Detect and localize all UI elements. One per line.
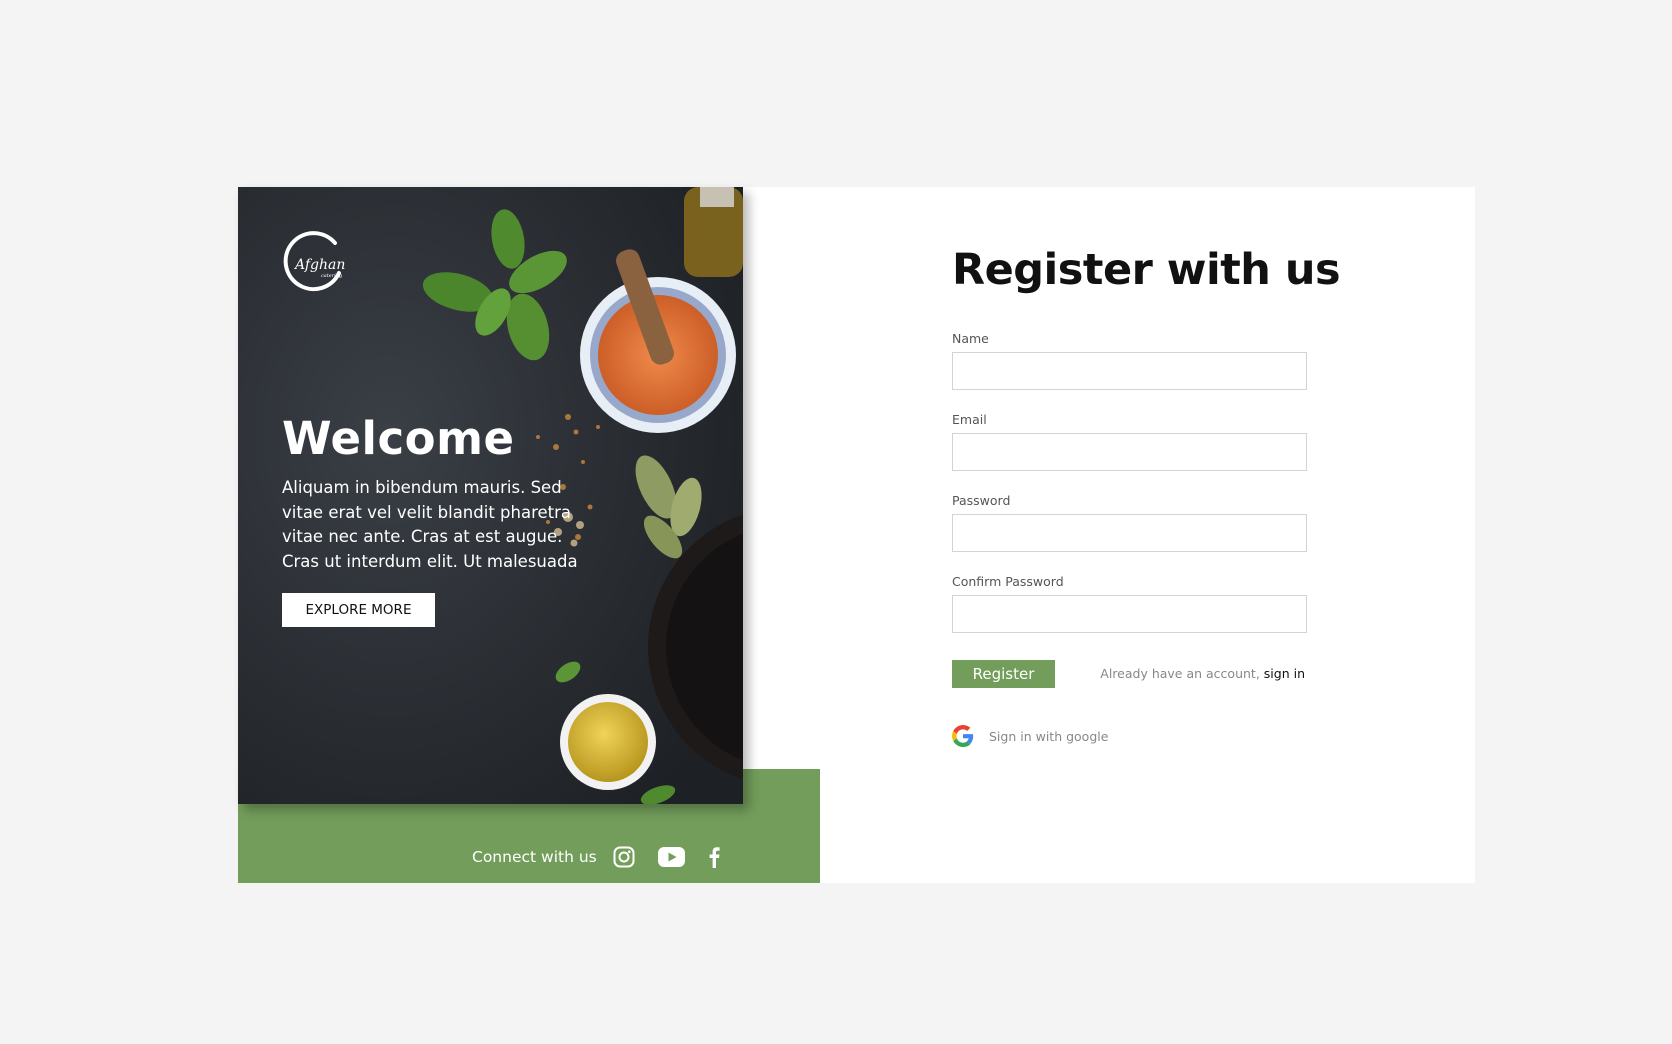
name-field[interactable]: [952, 352, 1307, 390]
svg-text:Afghan: Afghan: [293, 257, 345, 273]
password-field[interactable]: [952, 514, 1307, 552]
name-label: Name: [952, 331, 989, 346]
confirm-password-label: Confirm Password: [952, 574, 1064, 589]
welcome-heading: Welcome: [282, 412, 515, 465]
google-icon: [952, 725, 974, 747]
instagram-icon[interactable]: [612, 842, 636, 872]
sign-in-link[interactable]: sign in: [1264, 666, 1305, 681]
register-card: Afghan catering Welcome Aliquam in biben…: [238, 187, 1475, 883]
have-account-text: Already have an account,: [1100, 666, 1264, 681]
connect-label: Connect with us: [472, 848, 597, 866]
youtube-icon[interactable]: [658, 842, 686, 872]
explore-more-button[interactable]: EXPLORE MORE: [282, 593, 435, 627]
welcome-paragraph: Aliquam in bibendum mauris. Sed vitae er…: [282, 478, 578, 571]
confirm-password-field[interactable]: [952, 595, 1307, 633]
register-form: Register with us Name Email Password Con…: [952, 187, 1341, 883]
facebook-icon[interactable]: [706, 842, 722, 872]
connect-with-us: Connect with us: [472, 842, 722, 872]
email-field[interactable]: [952, 433, 1307, 471]
google-signin[interactable]: Sign in with google: [952, 725, 1108, 747]
google-signin-label[interactable]: Sign in with google: [989, 729, 1108, 744]
afghan-logo[interactable]: Afghan catering: [281, 229, 347, 295]
signin-prompt: Already have an account, sign in: [1100, 666, 1305, 681]
register-button[interactable]: Register: [952, 660, 1055, 688]
svg-text:catering: catering: [321, 273, 342, 279]
password-label: Password: [952, 493, 1011, 508]
hero-panel: Afghan catering Welcome Aliquam in biben…: [238, 187, 743, 804]
email-label: Email: [952, 412, 987, 427]
register-heading: Register with us: [952, 245, 1341, 295]
